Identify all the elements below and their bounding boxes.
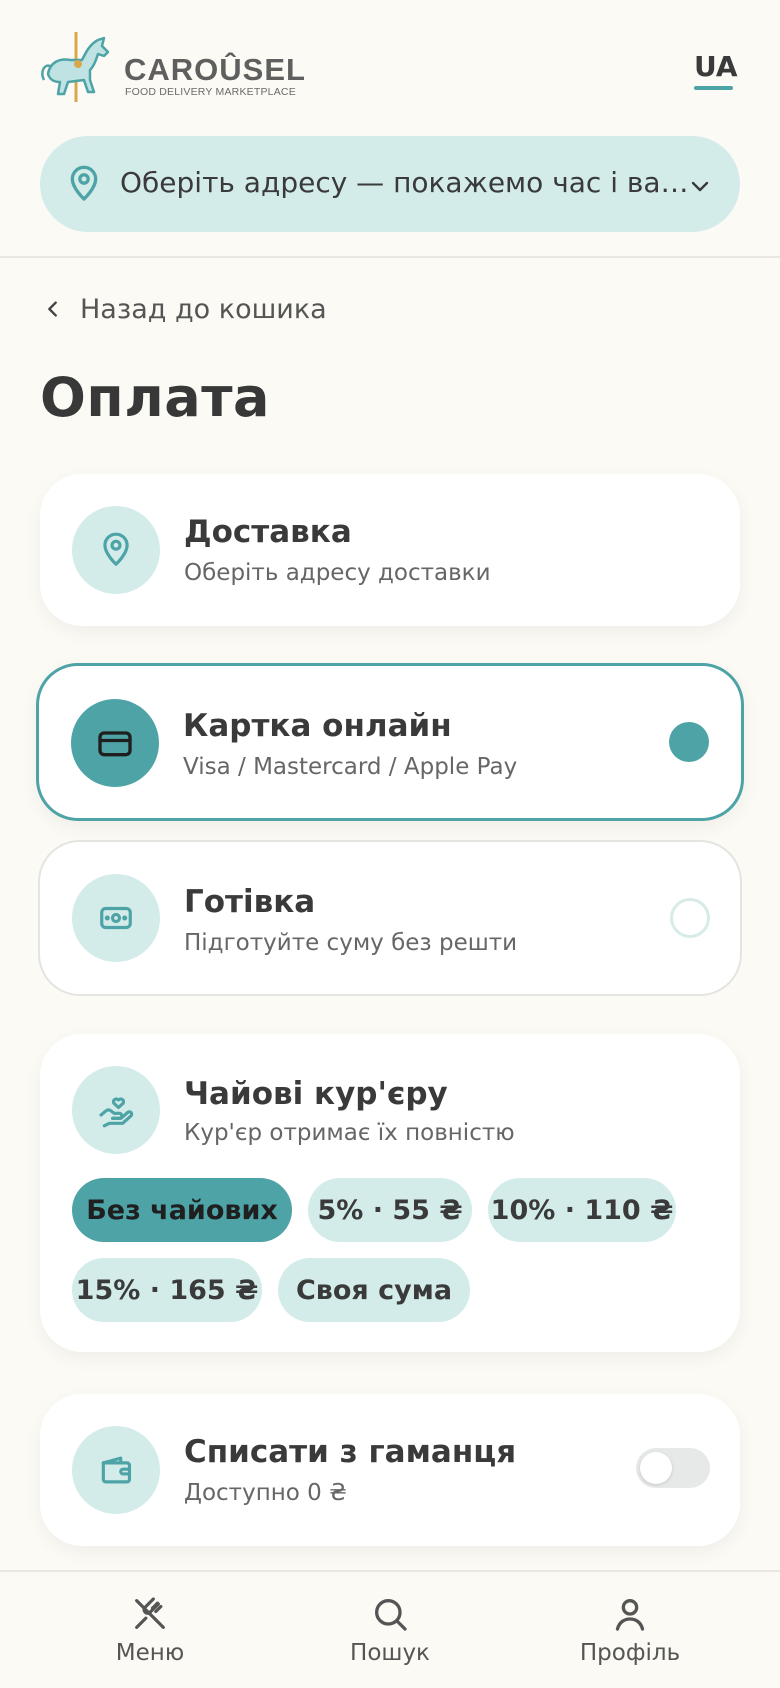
logo-tagline: FOOD DELIVERY MARKETPLACE [125, 86, 296, 98]
wallet-toggle[interactable] [636, 1448, 710, 1488]
wallet-icon-circle [72, 1426, 160, 1514]
language-underline [694, 86, 733, 90]
tip-chip-none[interactable]: Без чайових [72, 1178, 292, 1242]
page-title: Оплата [40, 366, 270, 429]
payment-option-subtitle: Підготуйте суму без решти [184, 930, 518, 956]
tips-title: Чайові кур'єру [184, 1076, 448, 1112]
payment-option-card-online[interactable]: Картка онлайн Visa / Mastercard / Apple … [36, 663, 744, 821]
header: CAROÛSEL FOOD DELIVERY MARKETPLACE UA Об… [0, 0, 780, 258]
chevron-down-icon [691, 181, 709, 192]
wallet-icon [101, 1456, 132, 1484]
wallet-title: Списати з гаманця [184, 1434, 517, 1470]
payment-option-cash[interactable]: Готівка Підготуйте суму без решти [38, 840, 742, 996]
nav-item-search[interactable]: Пошук [310, 1572, 470, 1688]
cash-icon-circle [72, 874, 160, 962]
carousel-horse-icon [41, 32, 110, 102]
hand-heart-icon [99, 1097, 134, 1128]
tips-icon-circle [72, 1066, 160, 1154]
address-placeholder: Оберіть адресу — покажемо час і вартість [120, 166, 706, 199]
radio-selected[interactable] [669, 722, 709, 762]
cash-icon [100, 906, 132, 930]
map-pin-icon [103, 532, 129, 566]
bottom-nav: Меню Пошук Профіль [0, 1570, 780, 1688]
nav-label: Профіль [579, 1640, 681, 1666]
credit-card-icon [98, 731, 132, 757]
nav-label: Меню [115, 1640, 185, 1666]
fork-knife-icon [135, 1597, 165, 1629]
logo[interactable]: CAROÛSEL FOOD DELIVERY MARKETPLACE [38, 30, 308, 106]
card-icon-circle [71, 699, 159, 787]
wallet-subtitle: Доступно 0 ₴ [184, 1480, 347, 1506]
logo-wordmark: CAROÛSEL [124, 52, 306, 87]
nav-item-menu[interactable]: Меню [70, 1572, 230, 1688]
language-switch[interactable]: UA [694, 50, 738, 83]
chevron-left-icon [48, 301, 57, 317]
delivery-title: Доставка [184, 514, 352, 550]
delivery-icon-circle [72, 506, 160, 594]
radio-unselected[interactable] [670, 898, 710, 938]
back-label: Назад до кошика [80, 294, 327, 325]
tips-card: Чайові кур'єру Кур'єр отримає їх повніст… [40, 1034, 740, 1352]
tip-chip-15[interactable]: 15% · 165 ₴ [72, 1258, 262, 1322]
payment-option-subtitle: Visa / Mastercard / Apple Pay [183, 754, 518, 780]
nav-label: Пошук [350, 1640, 430, 1666]
tip-chip-custom[interactable]: Своя сума [278, 1258, 470, 1322]
delivery-subtitle: Оберіть адресу доставки [184, 560, 491, 586]
tip-chip-5[interactable]: 5% · 55 ₴ [308, 1178, 472, 1242]
wallet-card: Списати з гаманця Доступно 0 ₴ [40, 1394, 740, 1546]
toggle-knob [640, 1452, 672, 1484]
tip-chip-10[interactable]: 10% · 110 ₴ [488, 1178, 676, 1242]
nav-item-profile[interactable]: Профіль [550, 1572, 710, 1688]
search-icon [375, 1599, 407, 1631]
tips-subtitle: Кур'єр отримає їх повністю [184, 1120, 515, 1146]
delivery-card[interactable]: Доставка Оберіть адресу доставки [40, 474, 740, 626]
payment-option-title: Готівка [184, 884, 316, 920]
address-selector[interactable]: Оберіть адресу — покажемо час і вартість [40, 136, 740, 232]
user-icon [615, 1599, 645, 1631]
map-pin-icon [70, 165, 98, 201]
payment-option-title: Картка онлайн [183, 708, 452, 744]
